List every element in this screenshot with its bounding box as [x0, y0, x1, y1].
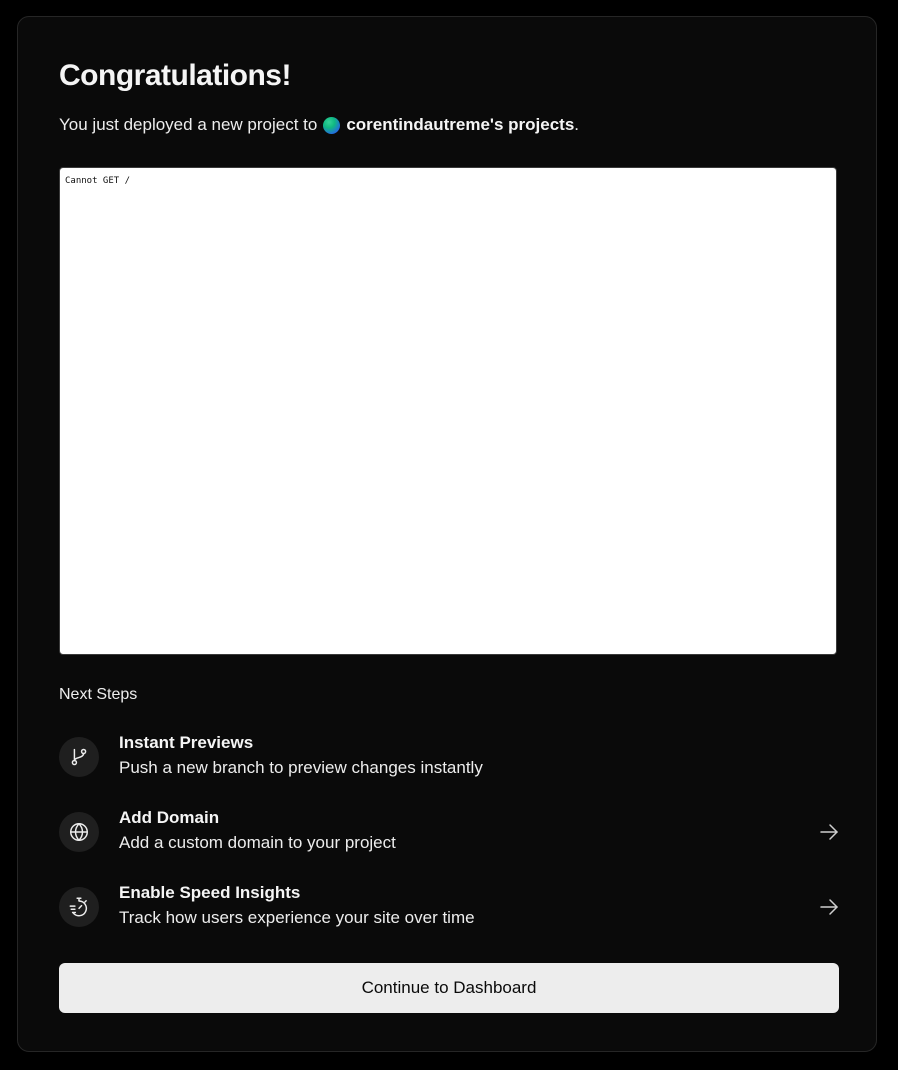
next-step-instant-previews: Instant Previews Push a new branch to pr…: [59, 731, 839, 783]
deploy-subtitle: You just deployed a new project to coren…: [59, 115, 579, 135]
continue-to-dashboard-button[interactable]: Continue to Dashboard: [59, 963, 839, 1013]
speed-timer-icon: [59, 887, 99, 927]
step-title: Instant Previews: [119, 733, 254, 752]
git-branch-icon: [59, 737, 99, 777]
deployment-success-card: Congratulations! You just deployed a new…: [17, 16, 877, 1052]
step-description: Track how users experience your site ove…: [119, 908, 475, 927]
next-step-add-domain[interactable]: Add Domain Add a custom domain to your p…: [59, 806, 839, 858]
subtitle-suffix: .: [574, 115, 580, 134]
arrow-right-icon: [820, 824, 838, 840]
next-step-speed-insights[interactable]: Enable Speed Insights Track how users ex…: [59, 881, 839, 933]
step-description: Push a new branch to preview changes ins…: [119, 758, 483, 777]
step-title: Enable Speed Insights: [119, 883, 301, 902]
globe-icon: [59, 812, 99, 852]
team-name: corentindautreme's projects: [346, 115, 575, 134]
subtitle-prefix: You just deployed a new project to: [59, 115, 318, 134]
deployment-preview-frame[interactable]: Cannot GET /: [59, 167, 837, 655]
next-steps-heading: Next Steps: [59, 686, 138, 703]
team-avatar-icon: [323, 116, 341, 134]
step-description: Add a custom domain to your project: [119, 833, 396, 852]
step-title: Add Domain: [119, 808, 220, 827]
page-title: Congratulations!: [59, 59, 292, 92]
arrow-right-icon: [820, 899, 838, 915]
preview-error-text: Cannot GET /: [65, 176, 131, 186]
